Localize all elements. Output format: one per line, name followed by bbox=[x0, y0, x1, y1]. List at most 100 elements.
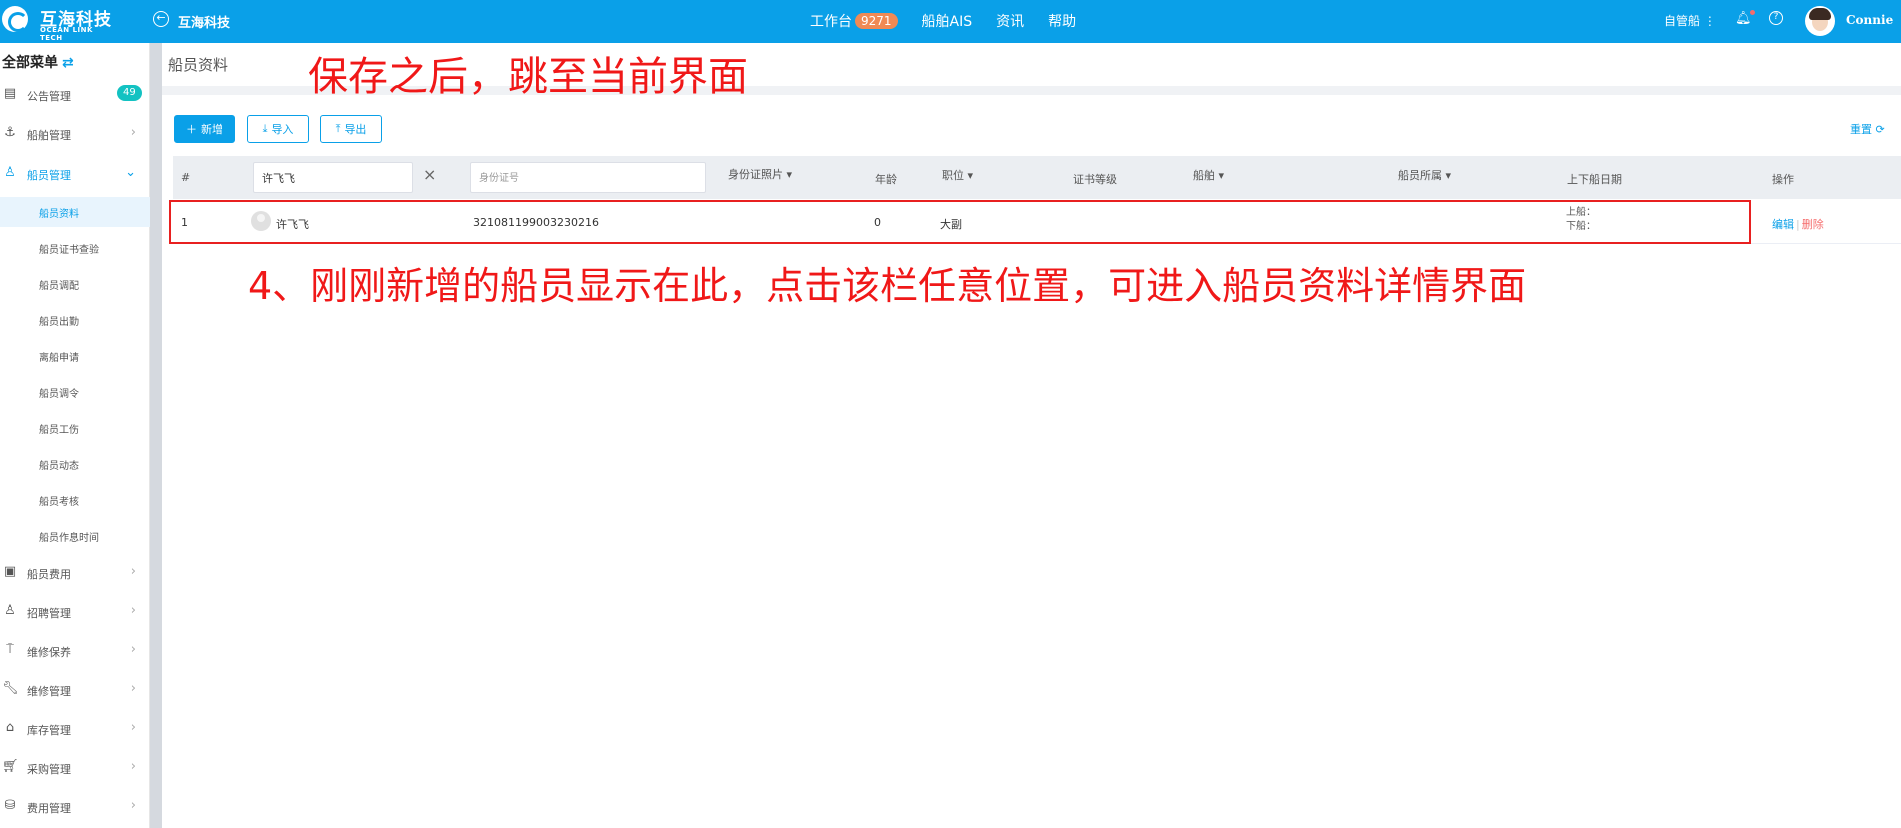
id-number-filter-input[interactable] bbox=[470, 162, 706, 193]
sidebar-sub-attendance[interactable]: 船员出勤 bbox=[0, 305, 150, 335]
plus-icon: ＋ bbox=[186, 123, 197, 136]
brand-logo[interactable]: 互海科技 OCEAN LINK TECH bbox=[2, 4, 117, 42]
cell-age: 0 bbox=[874, 216, 881, 229]
sidebar-item-label: 船员出勤 bbox=[39, 317, 79, 328]
chevron-right-icon: › bbox=[130, 642, 136, 657]
col-cert-level: 证书等级 bbox=[1073, 173, 1117, 186]
sidebar-item-label: 船员调配 bbox=[39, 281, 79, 292]
import-button-label: 导入 bbox=[271, 123, 294, 136]
sidebar-item-repair[interactable]: 🔧︎ 维修管理 › bbox=[0, 675, 150, 705]
sidebar-item-label: 船员动态 bbox=[39, 461, 79, 472]
edit-link[interactable]: 编辑 bbox=[1772, 218, 1794, 231]
col-age: 年龄 bbox=[875, 173, 897, 186]
nav-news[interactable]: 资讯 bbox=[996, 11, 1024, 31]
col-id-photo[interactable]: 身份证照片 ▾ bbox=[728, 166, 792, 182]
refresh-icon: ⟳ bbox=[1875, 123, 1885, 136]
chevron-right-icon: › bbox=[130, 798, 136, 813]
clear-icon[interactable]: × bbox=[423, 165, 436, 184]
sidebar-sub-leave-request[interactable]: 离船申请 bbox=[0, 341, 150, 371]
notice-icon: ▤ bbox=[3, 86, 17, 101]
col-ship-owner[interactable]: 船员所属 ▾ bbox=[1398, 167, 1451, 183]
sidebar-item-label: 库存管理 bbox=[27, 724, 71, 737]
sidebar-item-crew-cost[interactable]: ▣ 船员费用 › bbox=[0, 558, 150, 588]
cell-ops: 编辑 | 删除 bbox=[1772, 216, 1824, 232]
avatar-hair bbox=[1809, 8, 1831, 20]
sidebar-sub-injury[interactable]: 船员工伤 bbox=[0, 413, 150, 443]
sidebar-item-recruit[interactable]: ♙ 招聘管理 › bbox=[0, 597, 150, 627]
chevron-right-icon: › bbox=[130, 720, 136, 735]
help-icon[interactable]: ? bbox=[1769, 11, 1783, 25]
notice-count-badge: 49 bbox=[117, 85, 142, 101]
table-row[interactable]: 1 许飞飞 321081199003230216 0 大副 上船： 下船： 编辑… bbox=[173, 199, 1901, 244]
warehouse-icon: ⌂ bbox=[5, 720, 15, 735]
chevron-right-icon: › bbox=[130, 759, 136, 774]
sidebar-item-label: 维修保养 bbox=[27, 646, 71, 659]
op-separator: | bbox=[1796, 218, 1800, 231]
sidebar-item-label: 离船申请 bbox=[39, 353, 79, 364]
nav-workbench[interactable]: 工作台 9271 bbox=[810, 11, 898, 31]
chevron-down-icon: ⌄ bbox=[125, 165, 136, 180]
username[interactable]: Connie bbox=[1846, 13, 1893, 27]
cell-index: 1 bbox=[181, 216, 188, 229]
sidebar-sub-crew-deploy[interactable]: 船员调配 bbox=[0, 269, 150, 299]
notification-dot bbox=[1749, 10, 1755, 15]
import-button[interactable]: ⤓ 导入 bbox=[247, 115, 309, 143]
sidebar-sub-work-rest[interactable]: 船员作息时间 bbox=[0, 521, 150, 551]
col-ship-owner-label: 船员所属 bbox=[1398, 169, 1442, 182]
logo-subtext: OCEAN LINK TECH bbox=[40, 26, 93, 42]
back-arrow-icon[interactable]: ← bbox=[153, 11, 169, 27]
sidebar-item-label: 费用管理 bbox=[27, 802, 71, 815]
caret-down-icon: ▾ bbox=[786, 168, 793, 181]
ship-type-select[interactable]: 自管船 ⋮ bbox=[1664, 12, 1716, 29]
sidebar-item-label: 公告管理 bbox=[27, 90, 71, 103]
bell-icon[interactable]: 🔔︎ bbox=[1735, 10, 1755, 26]
add-button[interactable]: ＋ 新增 bbox=[174, 115, 235, 143]
menu-header[interactable]: 全部菜单 ⇄ bbox=[2, 52, 74, 72]
sidebar-sub-crew-status[interactable]: 船员动态 bbox=[0, 449, 150, 479]
wallet-icon: ▣ bbox=[3, 564, 17, 579]
export-button[interactable]: ⤒ 导出 bbox=[320, 115, 382, 143]
menu-title: 全部菜单 bbox=[2, 55, 58, 71]
database-icon: ⛁ bbox=[4, 798, 16, 813]
sidebar-sub-cert-check[interactable]: 船员证书查验 bbox=[0, 233, 150, 263]
sidebar: 全部菜单 ⇄ ▤ 公告管理 49 ⚓︎ 船舶管理 › ♙ 船员管理 ⌄ 船员资料 … bbox=[0, 43, 150, 828]
recruit-icon: ♙ bbox=[4, 603, 16, 618]
crew-icon: ♙ bbox=[4, 165, 16, 180]
col-ship-label: 船舶 bbox=[1193, 169, 1215, 182]
sidebar-item-inventory[interactable]: ⌂ 库存管理 › bbox=[0, 714, 150, 744]
reset-button[interactable]: 重置 ⟳ bbox=[1850, 121, 1885, 137]
sidebar-item-purchase[interactable]: 🛒︎ 采购管理 › bbox=[0, 753, 150, 783]
sidebar-sub-transfer-order[interactable]: 船员调令 bbox=[0, 377, 150, 407]
page-title: 船员资料 bbox=[168, 56, 229, 74]
sidebar-item-label: 船员证书查验 bbox=[39, 245, 99, 256]
chevron-right-icon: › bbox=[130, 681, 136, 696]
sidebar-item-ship[interactable]: ⚓︎ 船舶管理 › bbox=[0, 119, 150, 149]
sidebar-item-crew[interactable]: ♙ 船员管理 ⌄ bbox=[0, 159, 150, 189]
sidebar-item-notice[interactable]: ▤ 公告管理 49 bbox=[0, 80, 150, 110]
cell-name: 许飞飞 bbox=[276, 218, 309, 231]
delete-link[interactable]: 删除 bbox=[1802, 218, 1824, 231]
sidebar-scrollbar[interactable] bbox=[150, 43, 162, 828]
export-button-label: 导出 bbox=[344, 123, 367, 136]
col-position[interactable]: 职位 ▾ bbox=[942, 167, 973, 183]
chevron-right-icon: › bbox=[130, 564, 136, 579]
chevron-right-icon: › bbox=[130, 125, 136, 140]
sidebar-item-expense[interactable]: ⛁ 费用管理 › bbox=[0, 792, 150, 822]
nav-workbench-label: 工作台 bbox=[810, 14, 852, 30]
avatar[interactable] bbox=[1805, 6, 1835, 36]
sidebar-item-label: 维修管理 bbox=[27, 685, 71, 698]
sidebar-item-label: 船员工伤 bbox=[39, 425, 79, 436]
name-filter-input[interactable] bbox=[253, 162, 413, 193]
board-off-label: 下船： bbox=[1566, 221, 1596, 232]
sidebar-item-label: 招聘管理 bbox=[27, 607, 71, 620]
switch-icon[interactable]: ⇄ bbox=[62, 55, 74, 71]
sidebar-sub-crew-info[interactable]: 船员资料 bbox=[0, 197, 150, 227]
sidebar-item-maintenance[interactable]: ⍑ 维修保养 › bbox=[0, 636, 150, 666]
sidebar-sub-assessment[interactable]: 船员考核 bbox=[0, 485, 150, 515]
nav-help[interactable]: 帮助 bbox=[1048, 11, 1076, 31]
chevron-right-icon: › bbox=[130, 603, 136, 618]
col-ship[interactable]: 船舶 ▾ bbox=[1193, 167, 1224, 183]
nav-ship-ais[interactable]: 船舶AIS bbox=[922, 11, 973, 31]
workbench-count-badge: 9271 bbox=[855, 13, 898, 29]
sidebar-item-label: 船员作息时间 bbox=[39, 533, 99, 544]
